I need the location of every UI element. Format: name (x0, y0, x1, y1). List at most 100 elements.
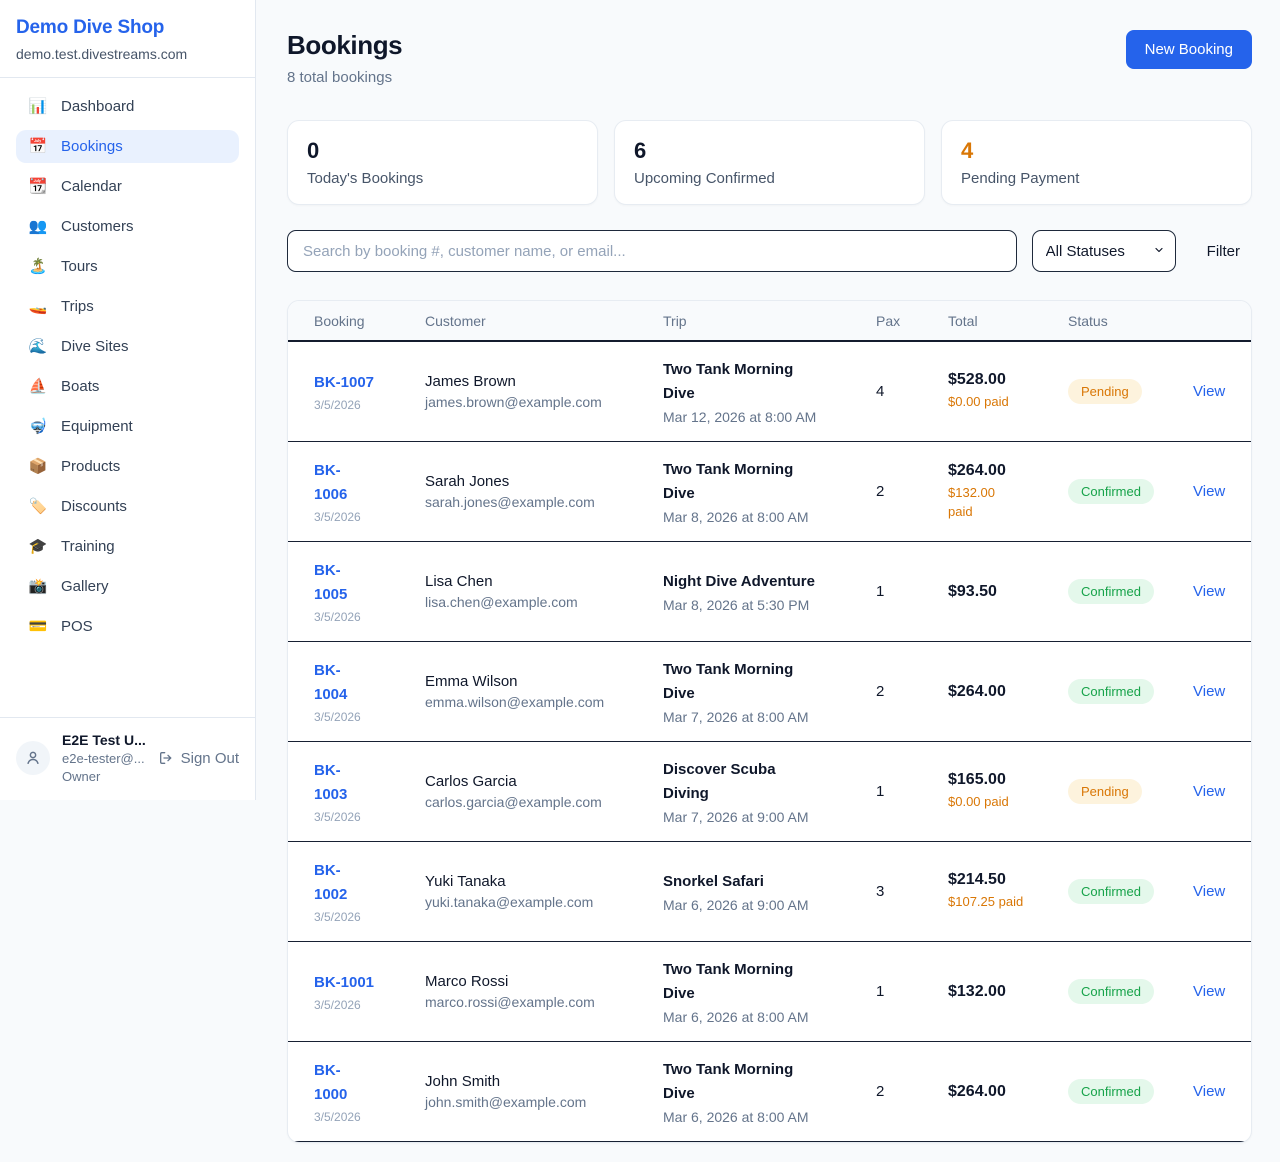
booking-id-link[interactable]: BK-1007 (314, 371, 425, 395)
pax-cell: 1 (876, 583, 948, 600)
total-amount: $132.00 (948, 983, 1068, 1001)
booking-cell: BK- 1000 3/5/2026 (314, 1059, 425, 1124)
pax-cell: 3 (876, 883, 948, 900)
customer-email: lisa.chen@example.com (425, 594, 663, 610)
stats-row: 0 Today's Bookings 6 Upcoming Confirmed … (287, 120, 1252, 205)
sidebar-item-equipment[interactable]: 🤿 Equipment (16, 410, 239, 443)
table-row: BK-1001 3/5/2026 Marco Rossi marco.rossi… (288, 942, 1251, 1042)
booking-cell: BK-1001 3/5/2026 (314, 971, 425, 1012)
sidebar-item-boats[interactable]: ⛵ Boats (16, 370, 239, 403)
status-cell: Confirmed (1068, 679, 1193, 704)
status-cell: Pending (1068, 379, 1193, 404)
sidebar-item-dive-sites[interactable]: 🌊 Dive Sites (16, 330, 239, 363)
status-cell: Confirmed (1068, 979, 1193, 1004)
sidebar: Demo Dive Shop demo.test.divestreams.com… (0, 0, 256, 800)
booking-id-link[interactable]: BK- 1000 (314, 1059, 425, 1107)
page-subtitle: 8 total bookings (287, 69, 402, 86)
total-amount: $264.00 (948, 462, 1068, 480)
sidebar-item-training[interactable]: 🎓 Training (16, 530, 239, 563)
actions-cell: View (1193, 583, 1225, 601)
customer-email: yuki.tanaka@example.com (425, 894, 663, 910)
view-link[interactable]: View (1193, 883, 1225, 900)
trip-date: Mar 8, 2026 at 5:30 PM (663, 597, 876, 613)
view-link[interactable]: View (1193, 483, 1225, 500)
sidebar-item-label: Customers (61, 218, 134, 235)
sidebar-item-label: Gallery (61, 578, 109, 595)
sidebar-item-calendar[interactable]: 📆 Calendar (16, 170, 239, 203)
view-link[interactable]: View (1193, 683, 1225, 700)
booking-id-link[interactable]: BK- 1004 (314, 659, 425, 707)
trip-cell: Two Tank Morning Dive Mar 8, 2026 at 8:0… (663, 458, 876, 525)
person-icon (24, 749, 42, 767)
status-cell: Confirmed (1068, 579, 1193, 604)
col-header-pax: Pax (876, 313, 948, 329)
view-link[interactable]: View (1193, 983, 1225, 1000)
sidebar-item-pos[interactable]: 💳 POS (16, 610, 239, 643)
view-link[interactable]: View (1193, 583, 1225, 600)
trip-cell: Discover Scuba Diving Mar 7, 2026 at 9:0… (663, 758, 876, 825)
brand-name: Demo Dive Shop (16, 17, 239, 39)
booking-cell: BK- 1005 3/5/2026 (314, 559, 425, 624)
actions-cell: View (1193, 383, 1225, 401)
trip-name: Discover Scuba Diving (663, 758, 876, 806)
booking-cell: BK- 1006 3/5/2026 (314, 459, 425, 524)
new-booking-button[interactable]: New Booking (1126, 30, 1252, 69)
total-cell: $214.50 $107.25 paid (948, 871, 1068, 912)
booking-cell: BK- 1004 3/5/2026 (314, 659, 425, 724)
actions-cell: View (1193, 1083, 1225, 1101)
col-header-status: Status (1068, 313, 1193, 329)
sidebar-item-tours[interactable]: 🏝️ Tours (16, 250, 239, 283)
sidebar-user-footer: E2E Test U... e2e-tester@... Owner Sign … (0, 717, 255, 800)
sidebar-item-label: Dive Sites (61, 338, 129, 355)
sidebar-item-dashboard[interactable]: 📊 Dashboard (16, 90, 239, 123)
pax-cell: 4 (876, 383, 948, 400)
booking-created-date: 3/5/2026 (314, 610, 425, 624)
equipment-icon: 🤿 (28, 419, 48, 434)
booking-created-date: 3/5/2026 (314, 710, 425, 724)
customer-cell: John Smith john.smith@example.com (425, 1073, 663, 1110)
sidebar-item-gallery[interactable]: 📸 Gallery (16, 570, 239, 603)
booking-created-date: 3/5/2026 (314, 998, 425, 1012)
view-link[interactable]: View (1193, 383, 1225, 400)
filter-button[interactable]: Filter (1195, 243, 1252, 260)
booking-created-date: 3/5/2026 (314, 810, 425, 824)
sidebar-item-trips[interactable]: 🚤 Trips (16, 290, 239, 323)
sidebar-item-label: POS (61, 618, 93, 635)
brand-domain: demo.test.divestreams.com (16, 46, 239, 62)
brand-block: Demo Dive Shop demo.test.divestreams.com (0, 0, 255, 78)
pax-cell: 1 (876, 983, 948, 1000)
booking-id-link[interactable]: BK-1001 (314, 971, 425, 995)
discounts-icon: 🏷️ (28, 499, 48, 514)
trip-cell: Two Tank Morning Dive Mar 12, 2026 at 8:… (663, 358, 876, 425)
trip-name: Two Tank Morning Dive (663, 958, 876, 1006)
trip-cell: Two Tank Morning Dive Mar 6, 2026 at 8:0… (663, 1058, 876, 1125)
view-link[interactable]: View (1193, 1083, 1225, 1100)
search-input[interactable] (287, 230, 1017, 272)
booking-id-link[interactable]: BK- 1006 (314, 459, 425, 507)
col-header-customer: Customer (425, 313, 663, 329)
sidebar-item-discounts[interactable]: 🏷️ Discounts (16, 490, 239, 523)
sidebar-item-customers[interactable]: 👥 Customers (16, 210, 239, 243)
booking-id-link[interactable]: BK- 1005 (314, 559, 425, 607)
sign-out-button[interactable]: Sign Out (158, 750, 239, 767)
sidebar-item-products[interactable]: 📦 Products (16, 450, 239, 483)
sidebar-item-label: Trips (61, 298, 94, 315)
sidebar-item-bookings[interactable]: 📅 Bookings (16, 130, 239, 163)
booking-id-link[interactable]: BK- 1002 (314, 859, 425, 907)
status-badge: Pending (1068, 779, 1142, 804)
trip-date: Mar 12, 2026 at 8:00 AM (663, 409, 876, 425)
customer-email: sarah.jones@example.com (425, 494, 663, 510)
pos-icon: 💳 (28, 619, 48, 634)
customers-icon: 👥 (28, 219, 48, 234)
view-link[interactable]: View (1193, 783, 1225, 800)
stat-label: Today's Bookings (307, 170, 578, 187)
actions-cell: View (1193, 683, 1225, 701)
trip-cell: Two Tank Morning Dive Mar 7, 2026 at 8:0… (663, 658, 876, 725)
status-badge: Confirmed (1068, 679, 1154, 704)
total-cell: $264.00 (948, 1083, 1068, 1101)
customer-email: john.smith@example.com (425, 1094, 663, 1110)
status-select[interactable]: All Statuses (1032, 230, 1176, 272)
calendar-icon: 📆 (28, 179, 48, 194)
booking-id-link[interactable]: BK- 1003 (314, 759, 425, 807)
col-header-trip: Trip (663, 313, 876, 329)
